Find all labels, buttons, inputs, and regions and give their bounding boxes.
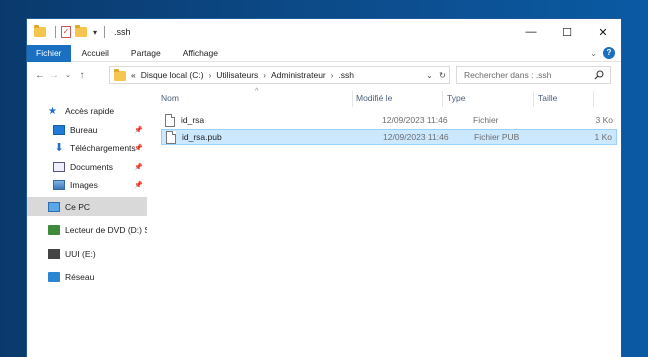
forward-arrow-icon[interactable]: →	[47, 70, 61, 81]
recent-locations-chevron-icon[interactable]: ⌄	[61, 71, 75, 79]
navigation-pane: ★ Accès rapide Bureau 📌 ⬇ Téléchargement…	[27, 89, 147, 357]
column-header-size[interactable]: Taille	[538, 93, 557, 103]
search-icon[interactable]	[594, 70, 604, 80]
address-bar[interactable]: « Disque local (C:) › Utilisateurs › Adm…	[109, 66, 450, 84]
address-overflow[interactable]: «	[131, 70, 136, 80]
ribbon-tabs: Fichier Accueil Partage Affichage ⌄ ?	[27, 44, 621, 62]
address-row: ← → ⌄ ↑ « Disque local (C:) › Utilisateu…	[27, 64, 621, 86]
column-header-modified[interactable]: Modifié le	[356, 93, 392, 103]
file-modified: 12/09/2023 11:46	[382, 115, 448, 125]
file-row-id-rsa[interactable]: id_rsa 12/09/2023 11:46 Fichier 3 Ko	[161, 113, 617, 129]
minimize-button[interactable]: —	[513, 19, 549, 45]
file-modified: 12/09/2023 11:46	[383, 132, 449, 142]
folder-icon	[114, 69, 126, 81]
nav-item-documents[interactable]: Documents 📌	[27, 157, 147, 176]
refresh-icon[interactable]: ↻	[436, 71, 449, 80]
computer-icon	[48, 201, 60, 212]
tab-fichier[interactable]: Fichier	[27, 44, 71, 62]
file-size: 1 Ko	[594, 132, 613, 142]
file-name: id_rsa.pub	[182, 132, 222, 142]
nav-item-usb-drive[interactable]: UUI (E:)	[27, 244, 147, 263]
file-explorer-window: ✓ ▾ .ssh — ☐ ✕ Fichier Accueil Partage A…	[26, 18, 622, 357]
tab-accueil[interactable]: Accueil	[71, 45, 120, 62]
documents-icon	[53, 161, 65, 172]
nav-item-bureau[interactable]: Bureau 📌	[27, 120, 147, 139]
search-placeholder: Rechercher dans : .ssh	[464, 70, 552, 80]
usb-drive-icon	[48, 248, 60, 259]
dvd-drive-icon	[48, 224, 60, 235]
column-header-type[interactable]: Type	[447, 93, 465, 103]
tab-affichage[interactable]: Affichage	[172, 45, 229, 62]
file-name: id_rsa	[181, 115, 205, 125]
tab-partage[interactable]: Partage	[120, 45, 172, 62]
up-arrow-icon[interactable]: ↑	[75, 70, 89, 81]
window-title: .ssh	[114, 27, 131, 37]
sort-ascending-icon: ^	[255, 88, 259, 95]
title-bar[interactable]: ✓ ▾ .ssh — ☐ ✕	[27, 19, 621, 45]
properties-icon[interactable]: ✓	[61, 26, 71, 38]
nav-item-ce-pc[interactable]: Ce PC	[27, 197, 147, 216]
address-history-chevron-icon[interactable]: ⌄	[423, 71, 436, 80]
chevron-right-icon[interactable]: ›	[331, 71, 334, 80]
nav-item-dvd-drive[interactable]: Lecteur de DVD (D:) S	[27, 220, 147, 239]
breadcrumb-utilisateurs[interactable]: Utilisateurs	[216, 70, 258, 80]
help-icon[interactable]: ?	[603, 47, 615, 59]
folder-icon	[34, 25, 46, 37]
file-row-id-rsa-pub[interactable]: id_rsa.pub 12/09/2023 11:46 Fichier PUB …	[161, 129, 617, 145]
chevron-right-icon[interactable]: ›	[263, 71, 266, 80]
breadcrumb-administrateur[interactable]: Administrateur	[271, 70, 326, 80]
pin-icon: 📌	[134, 144, 143, 152]
file-icon	[166, 131, 176, 144]
pin-icon: 📌	[134, 163, 143, 171]
expand-ribbon-chevron-icon[interactable]: ⌄	[590, 49, 597, 58]
nav-item-images[interactable]: Images 📌	[27, 175, 147, 194]
network-icon	[48, 271, 60, 282]
new-folder-icon[interactable]	[75, 25, 87, 37]
file-icon	[165, 114, 175, 127]
close-button[interactable]: ✕	[585, 19, 621, 45]
chevron-right-icon[interactable]: ›	[209, 71, 212, 80]
column-header-name[interactable]: Nom	[161, 93, 179, 103]
maximize-button[interactable]: ☐	[549, 19, 585, 45]
nav-item-telechargements[interactable]: ⬇ Téléchargements 📌	[27, 138, 147, 157]
download-icon: ⬇	[54, 141, 64, 154]
column-headers: ^ Nom Modifié le Type Taille	[147, 88, 623, 109]
pin-icon: 📌	[134, 181, 143, 189]
images-icon	[53, 179, 65, 190]
search-input[interactable]: Rechercher dans : .ssh	[456, 66, 611, 84]
customize-toolbar-icon[interactable]: ▾	[93, 28, 97, 37]
file-type: Fichier	[473, 115, 499, 125]
breadcrumb-disque-local[interactable]: Disque local (C:)	[141, 70, 204, 80]
file-type: Fichier PUB	[474, 132, 520, 142]
file-size: 3 Ko	[595, 115, 614, 125]
desktop-icon	[53, 124, 65, 135]
breadcrumb-ssh[interactable]: .ssh	[338, 70, 354, 80]
nav-item-acces-rapide[interactable]: ★ Accès rapide	[27, 101, 147, 120]
pin-icon: 📌	[134, 126, 143, 134]
nav-item-reseau[interactable]: Réseau	[27, 267, 147, 286]
back-arrow-icon[interactable]: ←	[33, 70, 47, 81]
star-icon: ★	[48, 105, 57, 117]
